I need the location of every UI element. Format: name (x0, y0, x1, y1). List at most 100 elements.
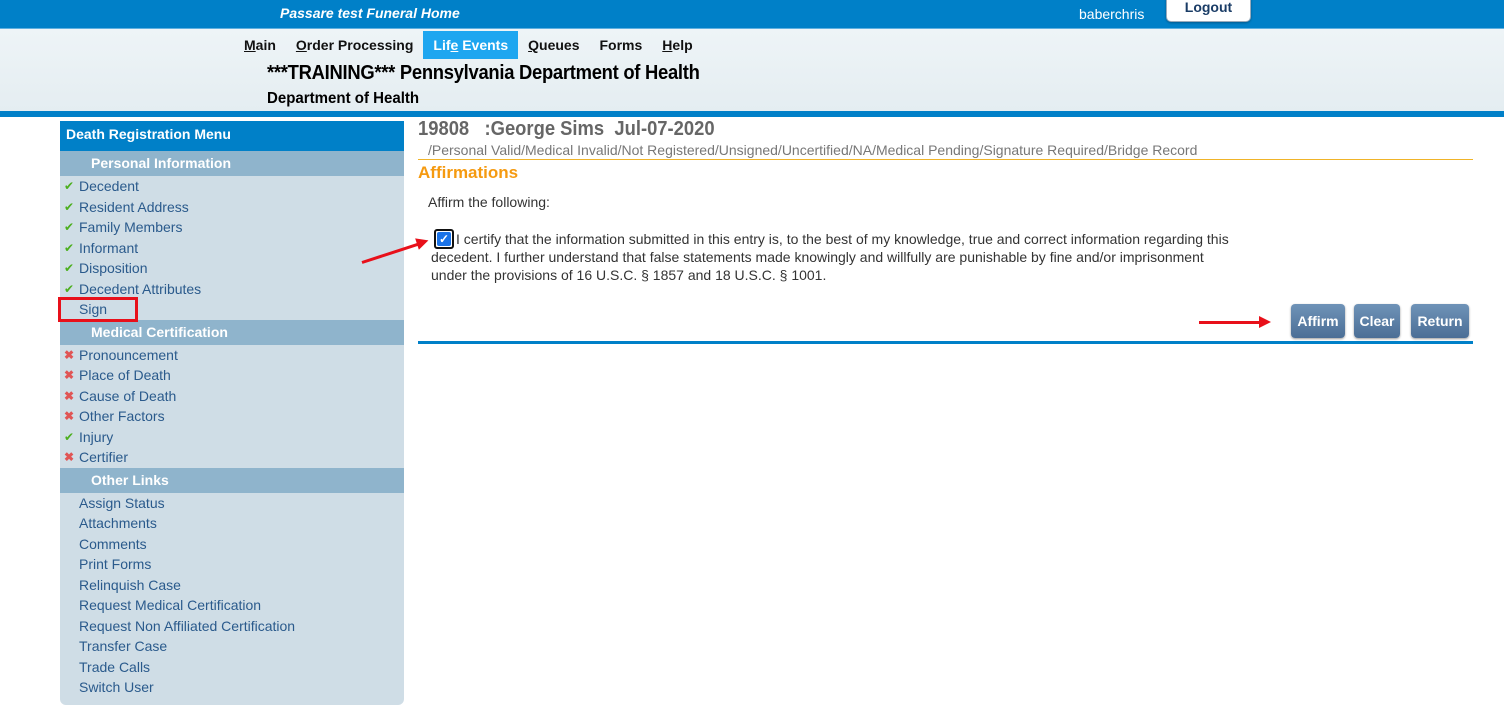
affirm-button[interactable]: Affirm (1291, 304, 1345, 338)
checkmark-icon: ✔ (64, 179, 75, 193)
sidebar-item-label: Cause of Death (79, 387, 177, 404)
return-button[interactable]: Return (1411, 304, 1469, 338)
nav-label-part: Forms (599, 37, 643, 53)
sidebar-item-attachments[interactable]: Attachments (60, 513, 404, 534)
sidebar-item-print-forms[interactable]: Print Forms (60, 554, 404, 575)
check-icon: ✓ (437, 232, 451, 246)
sidebar-item-request-medical-certification[interactable]: Request Medical Certification (60, 595, 404, 616)
content-divider (418, 341, 1473, 344)
sidebar-item-assign-status[interactable]: Assign Status (60, 493, 404, 514)
sidebar-title: Death Registration Menu (60, 121, 404, 151)
title-divider (418, 159, 1473, 160)
sidebar-item-label: Disposition (79, 260, 148, 276)
x-icon: ✖ (64, 409, 75, 423)
sidebar-item-label: Resident Address (79, 198, 189, 215)
sidebar-item-label: Family Members (79, 219, 183, 235)
x-icon: ✖ (64, 347, 75, 362)
sidebar-item-place-of-death[interactable]: ✖ Place of Death (60, 365, 404, 386)
nav-accesskey: O (295, 37, 307, 53)
sidebar-item-disposition[interactable]: ✔ Disposition (60, 258, 404, 279)
nav-label-part: ueues (539, 37, 580, 53)
sidebar-item-label: Informant (79, 239, 139, 256)
sidebar-item-resident-address[interactable]: ✔ Resident Address (60, 197, 404, 218)
sidebar-item-switch-user[interactable]: Switch User (60, 677, 404, 698)
header: Main Order Processing Life Events Queues For… (0, 28, 1504, 112)
sidebar-item-label: Trade Calls (79, 658, 151, 675)
sidebar-item-trade-calls[interactable]: Trade Calls (60, 657, 404, 678)
sidebar-item-pronouncement[interactable]: ✖ Pronouncement (60, 345, 404, 366)
sidebar-item-label: Decedent Attributes (79, 280, 202, 297)
sidebar-item-decedent[interactable]: ✔ Decedent (60, 176, 404, 197)
case-status: /Personal Valid/Medical Invalid/Not Regi… (428, 142, 1198, 158)
x-icon: ✖ (64, 368, 75, 382)
x-icon: ✖ (64, 388, 75, 403)
nav-label-part: elp (672, 37, 693, 53)
organization-subtitle: Department of Health (267, 90, 420, 107)
sidebar-item-label: Attachments (79, 515, 157, 531)
sidebar-item-label: Other Factors (79, 408, 165, 424)
nav-item-order-processing[interactable]: Order Processing (286, 31, 424, 59)
nav-label-part: rder Processing (306, 37, 414, 53)
main-nav: Main Order Processing Life Events Queues For… (234, 31, 703, 59)
sidebar-item-cause-of-death[interactable]: ✖ Cause of Death (60, 386, 404, 407)
top-bar: Passare test Funeral Home baberchris Log… (0, 0, 1504, 28)
sidebar-section-medical-certification: Medical Certification (60, 319, 404, 345)
affirm-arrow-annotation (1199, 316, 1271, 328)
header-divider (0, 111, 1504, 117)
sidebar-item-label: Decedent (79, 178, 139, 194)
sidebar-item-transfer-case[interactable]: Transfer Case (60, 636, 404, 657)
sidebar-item-label: Certifier (79, 449, 129, 465)
nav-item-help[interactable]: Help (652, 31, 702, 59)
sidebar-item-comments[interactable]: Comments (60, 534, 404, 555)
x-icon: ✖ (64, 450, 75, 464)
affirm-instruction: Affirm the following: (428, 194, 550, 210)
nav-accesskey: M (244, 37, 256, 53)
sidebar-item-label: Request Medical Certification (79, 597, 262, 613)
sidebar-item-other-factors[interactable]: ✖ Other Factors (60, 406, 404, 427)
certification-text: I certify that the information submitted… (431, 231, 1229, 283)
checkmark-icon: ✔ (64, 240, 75, 255)
username: baberchris (1079, 6, 1145, 22)
case-title: 19808 :George Sims Jul-07-2020 (418, 118, 715, 140)
nav-item-queues[interactable]: Queues (518, 31, 589, 59)
checkmark-icon: ✔ (64, 261, 75, 275)
sidebar-section-personal-information: Personal Information (60, 151, 404, 176)
sidebar-item-certifier[interactable]: ✖ Certifier (60, 447, 404, 468)
sidebar-item-label: Transfer Case (79, 638, 168, 654)
sidebar-item-relinquish-case[interactable]: Relinquish Case (60, 575, 404, 596)
nav-label-part: ain (255, 37, 276, 53)
sidebar-item-label: Injury (79, 428, 114, 445)
checkmark-icon: ✔ (64, 429, 75, 444)
sidebar-item-label: Pronouncement (79, 346, 178, 363)
death-registration-menu: Death Registration Menu Personal Informa… (60, 121, 404, 705)
sidebar-item-family-members[interactable]: ✔ Family Members (60, 217, 404, 238)
nav-item-life-events[interactable]: Life Events (423, 31, 519, 59)
nav-accesskey: H (662, 37, 673, 53)
certification-checkbox[interactable]: ✓ (434, 229, 454, 249)
sidebar-item-label: Relinquish Case (79, 576, 181, 593)
nav-label-part: Lif (433, 37, 451, 53)
sidebar-item-decedent-attributes[interactable]: ✔ Decedent Attributes (60, 279, 404, 300)
sidebar-item-label: Print Forms (79, 556, 152, 572)
sidebar-item-informant[interactable]: ✔ Informant (60, 238, 404, 259)
nav-item-main[interactable]: Main (234, 31, 286, 59)
checkmark-icon: ✔ (64, 281, 75, 296)
clear-button[interactable]: Clear (1354, 304, 1400, 338)
sign-highlight-annotation (58, 297, 138, 322)
sidebar-item-label: Assign Status (79, 494, 165, 511)
nav-item-forms[interactable]: Forms (589, 31, 652, 59)
sidebar-item-label: Place of Death (79, 367, 171, 383)
sidebar-section-other-links: Other Links (60, 467, 404, 493)
checkmark-icon: ✔ (64, 220, 75, 234)
section-title: Affirmations (418, 163, 519, 182)
checkmark-icon: ✔ (64, 199, 75, 214)
sidebar-item-request-non-affiliated-certification[interactable]: Request Non Affiliated Certification (60, 616, 404, 637)
nav-label-part: Events (458, 37, 509, 53)
brand-name: Passare test Funeral Home (280, 5, 460, 21)
sidebar-item-injury[interactable]: ✔ Injury (60, 427, 404, 448)
logout-button[interactable]: Logout (1166, 0, 1251, 22)
nav-accesskey: Q (528, 37, 540, 53)
organization-title: ***TRAINING*** Pennsylvania Department o… (267, 62, 700, 84)
sidebar-item-label: Switch User (79, 679, 154, 695)
sidebar-item-label: Request Non Affiliated Certification (79, 617, 296, 634)
